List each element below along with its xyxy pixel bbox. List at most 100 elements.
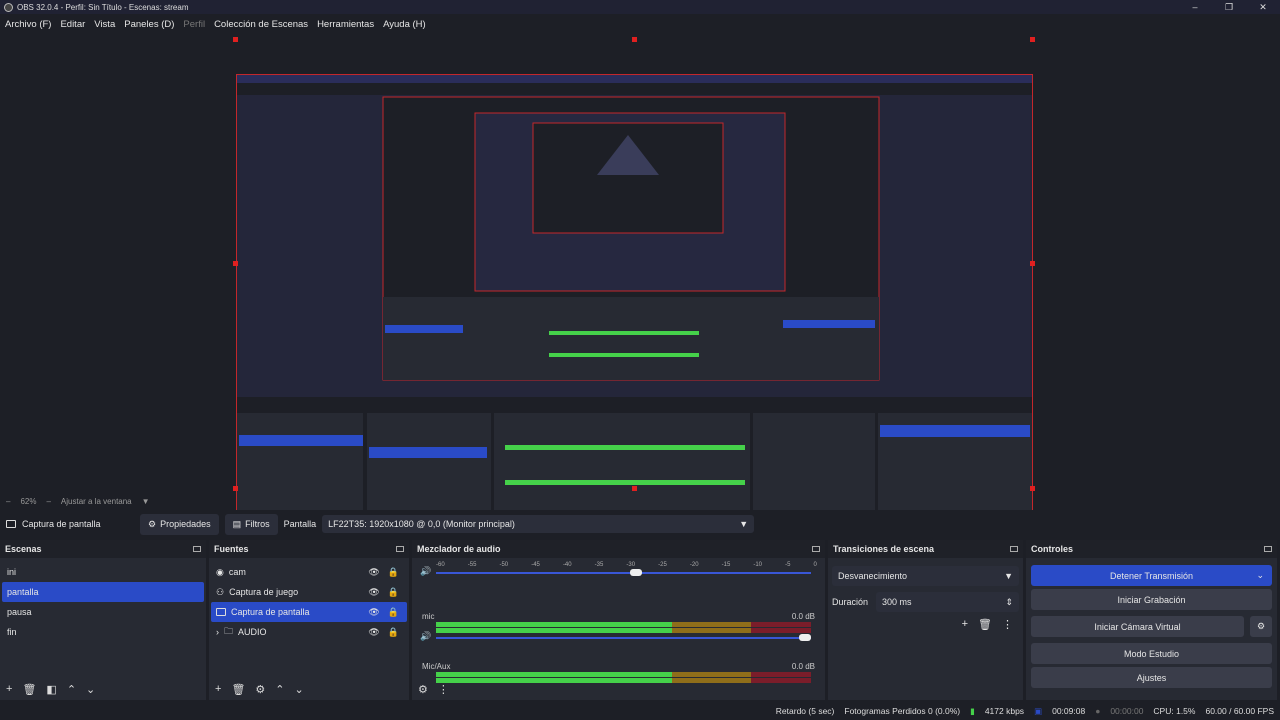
add-source-button[interactable]: + (215, 683, 221, 695)
duration-input[interactable]: 300 ms ⇕ (876, 592, 1019, 612)
status-bar: Retardo (5 sec) Fotogramas Perdidos 0 (0… (0, 702, 1280, 720)
sources-list: ◉ cam 👁 🔒 ⚇ Captura de juego 👁 🔒 Captura de … (209, 560, 409, 678)
chevron-down-icon: ▼ (739, 519, 749, 529)
studio-mode-button[interactable]: Modo Estudio (1031, 643, 1272, 664)
chevron-right-icon[interactable]: › (216, 627, 219, 637)
folder-icon: 🗀 (224, 626, 234, 636)
source-item[interactable]: ⚇ Captura de juego 👁 🔒 (211, 582, 407, 602)
resize-handle-l[interactable] (233, 261, 238, 266)
lock-icon[interactable]: 🔒 (388, 607, 399, 618)
resize-handle-tl[interactable] (233, 37, 238, 42)
menu-editar[interactable]: Editar (60, 19, 85, 30)
zoom-out-button[interactable]: – (6, 497, 10, 506)
gear-icon[interactable]: ⚙ (1250, 616, 1272, 637)
move-down-icon[interactable]: ⌄ (295, 683, 304, 696)
resize-handle-b[interactable] (632, 486, 637, 491)
properties-button[interactable]: ⚙ Propiedades (140, 513, 219, 535)
undock-icon[interactable] (396, 546, 404, 552)
stop-stream-button[interactable]: Detener Transmisión ⌄ (1031, 565, 1272, 586)
fit-window-label[interactable]: Ajustar a la ventana (61, 497, 132, 506)
title-bar: OBS 32.0.4 - Perfil: Sin Título - Escena… (0, 0, 1280, 14)
scenes-toolbar: + 🗑 ◧ ⌃ ⌄ (0, 678, 206, 700)
gear-icon[interactable]: ⚙ (255, 683, 265, 696)
eye-icon[interactable]: 👁 (368, 607, 379, 618)
source-item-selected[interactable]: Captura de pantalla 👁 🔒 (211, 602, 407, 622)
move-down-icon[interactable]: ⌄ (86, 683, 95, 696)
scene-item-selected[interactable]: pantalla (2, 582, 204, 602)
camera-icon: ◉ (216, 566, 224, 577)
scenes-dock-header: Escenas (0, 540, 206, 558)
audio-mixer-header: Mezclador de audio (412, 540, 825, 558)
chevron-down-icon[interactable]: ▼ (142, 497, 150, 506)
level-meter (436, 672, 811, 677)
zoom-level: 62% (20, 496, 37, 506)
lock-icon[interactable]: 🔒 (388, 627, 399, 638)
scene-item[interactable]: ini (2, 562, 204, 582)
move-up-icon[interactable]: ⌃ (67, 683, 76, 696)
speaker-icon[interactable]: 🔊 (420, 566, 431, 577)
chevron-down-icon: ▼ (1004, 571, 1013, 581)
resize-handle-br[interactable] (1030, 486, 1035, 491)
zoom-in-button[interactable]: – (46, 497, 50, 506)
source-item[interactable]: ◉ cam 👁 🔒 (211, 562, 407, 582)
filters-button[interactable]: ▤ Filtros (224, 513, 278, 535)
spinner-icon[interactable]: ⇕ (1005, 597, 1013, 608)
menu-perfil[interactable]: Perfil (183, 19, 205, 30)
mixer-channels: -60 -55 -50 -45 -40 -35 -30 -25 -20 -15 -10 -5 0 🔊 m… (412, 560, 825, 683)
maximize-button[interactable]: ❐ (1212, 0, 1246, 14)
transition-select[interactable]: Desvanecimiento ▼ (832, 566, 1019, 586)
fader-knob[interactable] (630, 569, 643, 576)
resize-handle-t[interactable] (632, 37, 637, 42)
eye-icon[interactable]: 👁 (368, 567, 379, 578)
speaker-icon[interactable]: 🔊 (420, 631, 431, 642)
resize-handle-tr[interactable] (1030, 37, 1035, 42)
menu-archivo[interactable]: Archivo (F) (5, 19, 51, 30)
add-scene-button[interactable]: + (6, 683, 12, 695)
undock-icon[interactable] (1010, 546, 1018, 552)
trash-icon[interactable]: 🗑 (22, 683, 36, 696)
chevron-down-icon[interactable]: ⌄ (1256, 570, 1264, 581)
start-recording-button[interactable]: Iniciar Grabación (1031, 589, 1272, 610)
trash-icon[interactable]: 🗑 (978, 618, 992, 631)
preview-canvas[interactable] (0, 34, 1280, 523)
close-button[interactable]: ✕ (1246, 0, 1280, 14)
eye-icon[interactable]: 👁 (368, 627, 379, 638)
resize-handle-bl[interactable] (233, 486, 238, 491)
source-group-item[interactable]: › 🗀 AUDIO 👁 🔒 (211, 622, 407, 642)
menu-paneles[interactable]: Paneles (D) (124, 19, 174, 30)
menu-ayuda[interactable]: Ayuda (H) (383, 19, 426, 30)
settings-button[interactable]: Ajustes (1031, 667, 1272, 688)
undock-icon[interactable] (193, 546, 201, 552)
controls-header: Controles (1026, 540, 1277, 558)
eye-icon[interactable]: 👁 (368, 587, 379, 598)
menu-coleccion-escenas[interactable]: Colección de Escenas (214, 19, 308, 30)
lock-icon[interactable]: 🔒 (388, 587, 399, 598)
lock-icon[interactable]: 🔒 (388, 567, 399, 578)
virtual-camera-button[interactable]: Iniciar Cámara Virtual (1031, 616, 1244, 637)
recursive-capture-image (237, 75, 1032, 522)
minimize-button[interactable]: – (1178, 0, 1212, 14)
duration-label: Duración (832, 597, 869, 607)
scene-filters-icon[interactable]: ◧ (46, 683, 56, 696)
more-options-icon[interactable]: ⋮ (438, 683, 449, 696)
volume-fader[interactable]: 🔊 (420, 566, 811, 578)
more-options-icon[interactable]: ⋮ (1002, 618, 1013, 631)
scenes-list: ini pantalla pausa fin (0, 560, 206, 678)
channel-db: 0.0 dB (791, 612, 815, 621)
resize-handle-r[interactable] (1030, 261, 1035, 266)
screen-capture-source-preview[interactable] (236, 74, 1033, 523)
delay-status: Retardo (5 sec) (775, 706, 835, 716)
move-up-icon[interactable]: ⌃ (275, 683, 284, 696)
menu-herramientas[interactable]: Herramientas (317, 19, 374, 30)
advanced-audio-icon[interactable]: ⚙ (418, 683, 428, 696)
scene-item[interactable]: pausa (2, 602, 204, 622)
menu-vista[interactable]: Vista (94, 19, 115, 30)
display-select[interactable]: LF22T35: 1920x1080 @ 0,0 (Monitor princi… (322, 515, 755, 533)
undock-icon[interactable] (812, 546, 820, 552)
scene-item[interactable]: fin (2, 622, 204, 642)
fader-knob[interactable] (799, 634, 811, 641)
volume-fader[interactable]: 🔊 (420, 631, 811, 643)
trash-icon[interactable]: 🗑 (231, 683, 245, 696)
add-transition-button[interactable]: + (962, 618, 968, 631)
undock-icon[interactable] (1264, 546, 1272, 552)
